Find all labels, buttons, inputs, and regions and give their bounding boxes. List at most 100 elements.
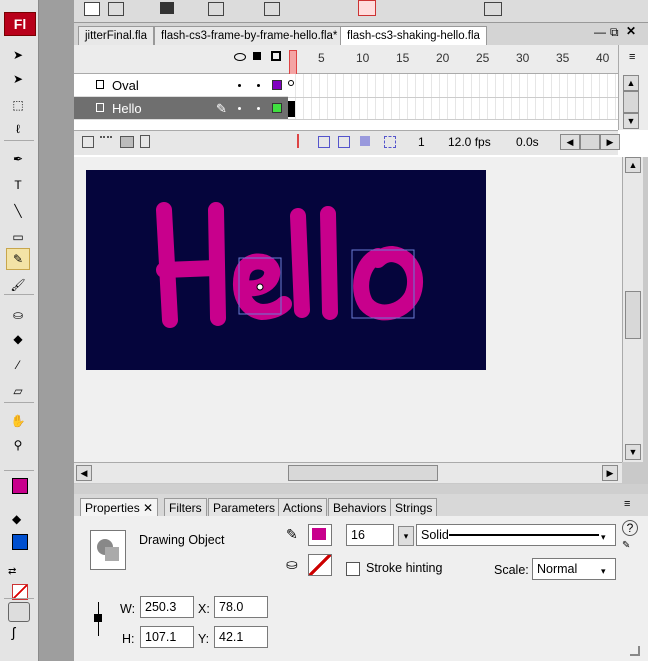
tab-filters[interactable]: Filters (164, 498, 207, 516)
stage-hscroll-thumb[interactable] (288, 465, 438, 481)
insert-layer-icon[interactable] (82, 136, 94, 148)
straighten-icon[interactable]: ʃ (12, 624, 28, 642)
tab-strings[interactable]: Strings (390, 498, 438, 516)
stage-scroll-left[interactable]: ◀ (76, 465, 92, 481)
tab-shaking-hello[interactable]: flash-cs3-shaking-hello.fla (340, 26, 487, 45)
smooth-icon[interactable] (484, 2, 502, 16)
delete-layer-icon[interactable] (140, 135, 150, 148)
stroke-size-dropdown[interactable]: ▾ (398, 526, 414, 546)
eyedropper-tool-icon[interactable]: ⁄ (6, 354, 30, 376)
timeline-vscroll-thumb[interactable] (623, 91, 639, 113)
paint-bucket-tool-icon[interactable]: ◆ (6, 328, 30, 350)
stroke-hinting-checkbox[interactable] (346, 562, 360, 576)
hand-tool-icon[interactable]: ✋ (6, 410, 30, 432)
frames-grid[interactable] (288, 74, 618, 120)
swap-colors-icon[interactable]: ⇄ (8, 566, 30, 580)
height-input[interactable]: 107.1 (140, 626, 194, 648)
keyframe-oval[interactable] (288, 80, 294, 86)
keyframe-hello[interactable] (288, 101, 295, 117)
properties-grip[interactable] (74, 484, 648, 494)
motion-guide-icon[interactable] (100, 136, 112, 148)
stroke-style-select[interactable]: Solid ▾ (416, 524, 616, 546)
visibility-dot[interactable] (238, 107, 241, 110)
width-input[interactable]: 250.3 (140, 596, 194, 618)
stroke-color-picker[interactable] (308, 524, 332, 546)
scale-select[interactable]: Normal ▾ (532, 558, 616, 580)
lasso-tool-icon[interactable]: ℓ (6, 118, 30, 140)
center-frame-icon[interactable] (297, 134, 299, 148)
tab-behaviors[interactable]: Behaviors (328, 498, 392, 516)
tab-properties[interactable]: Properties ✕ (80, 498, 159, 516)
timeline-hscroll-thumb[interactable] (580, 134, 600, 150)
subselection-tool-icon[interactable]: ➤ (6, 68, 30, 90)
text-tool-icon[interactable]: T (6, 174, 30, 196)
expand-icon[interactable] (630, 646, 640, 656)
stage-vscroll[interactable]: ▲ ▼ (622, 157, 643, 462)
edit-stroke-icon[interactable]: ✎ (622, 540, 630, 551)
new-doc-icon[interactable] (84, 2, 100, 16)
onion-outline-icon[interactable] (338, 136, 350, 148)
timeline-vscroll[interactable]: ≡ ▲ ▼ (618, 45, 648, 130)
panel-menu-icon[interactable]: ≡ (629, 51, 635, 63)
layer-outline-swatch[interactable] (272, 103, 282, 113)
onion-skin-icon[interactable] (318, 136, 330, 148)
minimize-button[interactable]: — (594, 25, 606, 41)
stroke-color-well[interactable] (12, 478, 30, 494)
stage-vscroll-thumb[interactable] (625, 291, 641, 339)
lock-dot[interactable] (257, 107, 260, 110)
stage-hscroll[interactable]: ◀ ▶ (74, 462, 622, 483)
eraser-tool-icon[interactable]: ▱ (6, 380, 30, 402)
free-transform-tool-icon[interactable]: ⬚ (6, 94, 30, 116)
close-doc-button[interactable]: ✕ (626, 24, 640, 40)
selection-tool-icon[interactable]: ➤ (6, 44, 30, 66)
ink-bottle-tool-icon[interactable]: ⛀ (6, 304, 30, 326)
tab-frame-by-frame-hello[interactable]: flash-cs3-frame-by-frame-hello.fla* (154, 26, 345, 45)
outline-icon[interactable] (271, 51, 281, 61)
zoom-tool-icon[interactable]: ⚲ (6, 434, 30, 456)
eye-icon[interactable] (234, 53, 246, 61)
layer-outline-swatch[interactable] (272, 80, 282, 90)
help-icon[interactable]: ? (622, 520, 638, 536)
fill-color-well[interactable] (12, 534, 30, 550)
close-icon[interactable]: ✕ (143, 501, 153, 515)
x-input[interactable]: 78.0 (214, 596, 268, 618)
hello-drawing[interactable] (86, 170, 486, 370)
layer-row-oval[interactable]: Oval (74, 74, 288, 97)
stage-scroll-right[interactable]: ▶ (602, 465, 618, 481)
lock-dot[interactable] (257, 84, 260, 87)
visibility-dot[interactable] (238, 84, 241, 87)
pencil-tool-icon[interactable]: ✎ (6, 248, 30, 270)
timeline-scroll-down[interactable]: ▼ (623, 113, 639, 129)
lock-icon[interactable] (253, 52, 261, 60)
fill-color-picker[interactable] (308, 554, 332, 576)
folder-icon[interactable] (120, 136, 134, 148)
tab-actions[interactable]: Actions (278, 498, 328, 516)
rectangle-tool-icon[interactable]: ▭ (6, 226, 30, 248)
scroll-right-button[interactable]: ▶ (600, 134, 620, 150)
panel-menu-icon[interactable]: ≡ (624, 498, 630, 510)
stage[interactable] (86, 170, 486, 370)
tab-parameters[interactable]: Parameters (208, 498, 281, 516)
line-tool-icon[interactable]: ╲ (6, 200, 30, 222)
pen-tool-icon[interactable]: ✒ (6, 148, 30, 170)
copy-icon[interactable] (264, 2, 280, 16)
restore-button[interactable]: ⧉ (610, 25, 624, 41)
y-input[interactable]: 42.1 (214, 626, 268, 648)
open-icon[interactable] (108, 2, 124, 16)
scroll-left-button[interactable]: ◀ (560, 134, 580, 150)
tools-separator-2 (4, 598, 34, 599)
snap-icon[interactable] (358, 0, 376, 16)
brush-tool-icon[interactable]: 🖌 (6, 274, 30, 296)
object-drawing-icon[interactable] (8, 602, 30, 622)
modify-markers-icon[interactable] (384, 136, 396, 148)
stage-scroll-up[interactable]: ▲ (625, 157, 641, 173)
constrain-lock-icon[interactable] (94, 602, 109, 636)
stage-scroll-down[interactable]: ▼ (625, 444, 641, 460)
edit-multiple-icon[interactable] (360, 136, 370, 146)
timeline-scroll-up[interactable]: ▲ (623, 75, 639, 91)
tab-jitterfinal[interactable]: jitterFinal.fla (78, 26, 154, 45)
save-icon[interactable] (160, 2, 174, 14)
cut-icon[interactable] (208, 2, 224, 16)
stroke-size-input[interactable]: 16 (346, 524, 394, 546)
layer-row-hello[interactable]: Hello ✎ (74, 97, 288, 120)
